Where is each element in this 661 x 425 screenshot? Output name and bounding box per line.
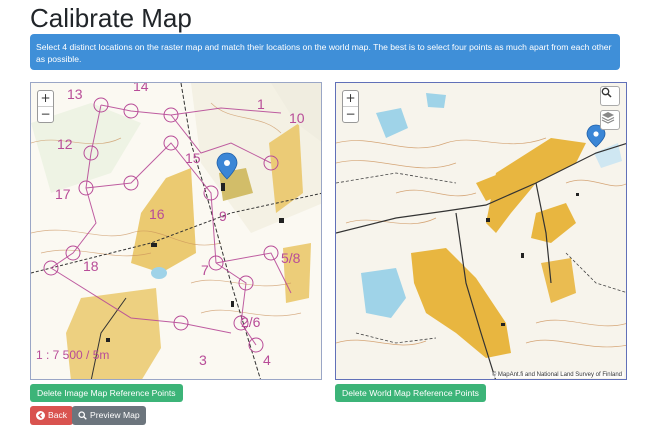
layers-icon [601, 112, 615, 124]
world-map-panel[interactable]: + − © MapAnt.fi and National Land Survey… [335, 82, 627, 380]
control-number: 13 [67, 86, 83, 102]
image-map-panel[interactable]: 13 12 17 18 14 15 16 9 10 1 7 2/6 3 4 5/… [30, 82, 322, 380]
control-number: 12 [57, 136, 73, 152]
instructions-alert: Select 4 distinct locations on the raste… [30, 34, 620, 70]
delete-image-map-points-button[interactable]: Delete Image Map Reference Points [30, 384, 183, 402]
control-number: 1 [257, 96, 265, 112]
control-number: 7 [201, 262, 209, 278]
control-number: 15 [185, 150, 201, 166]
control-number: 3 [199, 352, 207, 368]
preview-map-button[interactable]: Preview Map [72, 406, 146, 425]
world-map-zoom-control: + − [342, 90, 359, 123]
search-icon [601, 87, 612, 98]
page-title: Calibrate Map [30, 3, 192, 33]
layers-button[interactable] [600, 110, 620, 130]
control-number: 16 [149, 206, 165, 222]
control-number: 9 [219, 208, 227, 224]
control-number: 5/8 [281, 250, 301, 266]
map-attribution: © MapAnt.fi and National Land Survey of … [489, 372, 624, 378]
delete-world-map-points-button[interactable]: Delete World Map Reference Points [335, 384, 486, 402]
control-number: 10 [289, 110, 305, 126]
control-number: 17 [55, 186, 71, 202]
image-map-raster[interactable]: 13 12 17 18 14 15 16 9 10 1 7 2/6 3 4 5/… [31, 83, 322, 380]
preview-button-label: Preview Map [90, 410, 140, 420]
zoom-out-button[interactable]: − [343, 106, 358, 122]
world-map-tiles[interactable] [336, 83, 627, 380]
back-arrow-icon [36, 411, 45, 420]
control-number: 2/6 [241, 314, 261, 330]
preview-search-icon [78, 411, 87, 420]
back-button[interactable]: Back [30, 406, 74, 425]
back-button-label: Back [48, 410, 68, 420]
zoom-out-button[interactable]: − [38, 106, 53, 122]
zoom-in-button[interactable]: + [343, 91, 358, 106]
image-map-zoom-control: + − [37, 90, 54, 123]
map-scale-label: 1 : 7 500 / 5m [36, 348, 110, 362]
zoom-in-button[interactable]: + [38, 91, 53, 106]
control-number: 4 [263, 352, 271, 368]
map-search-button[interactable] [600, 86, 620, 106]
control-number: 14 [133, 83, 149, 94]
control-number: 18 [83, 258, 99, 274]
